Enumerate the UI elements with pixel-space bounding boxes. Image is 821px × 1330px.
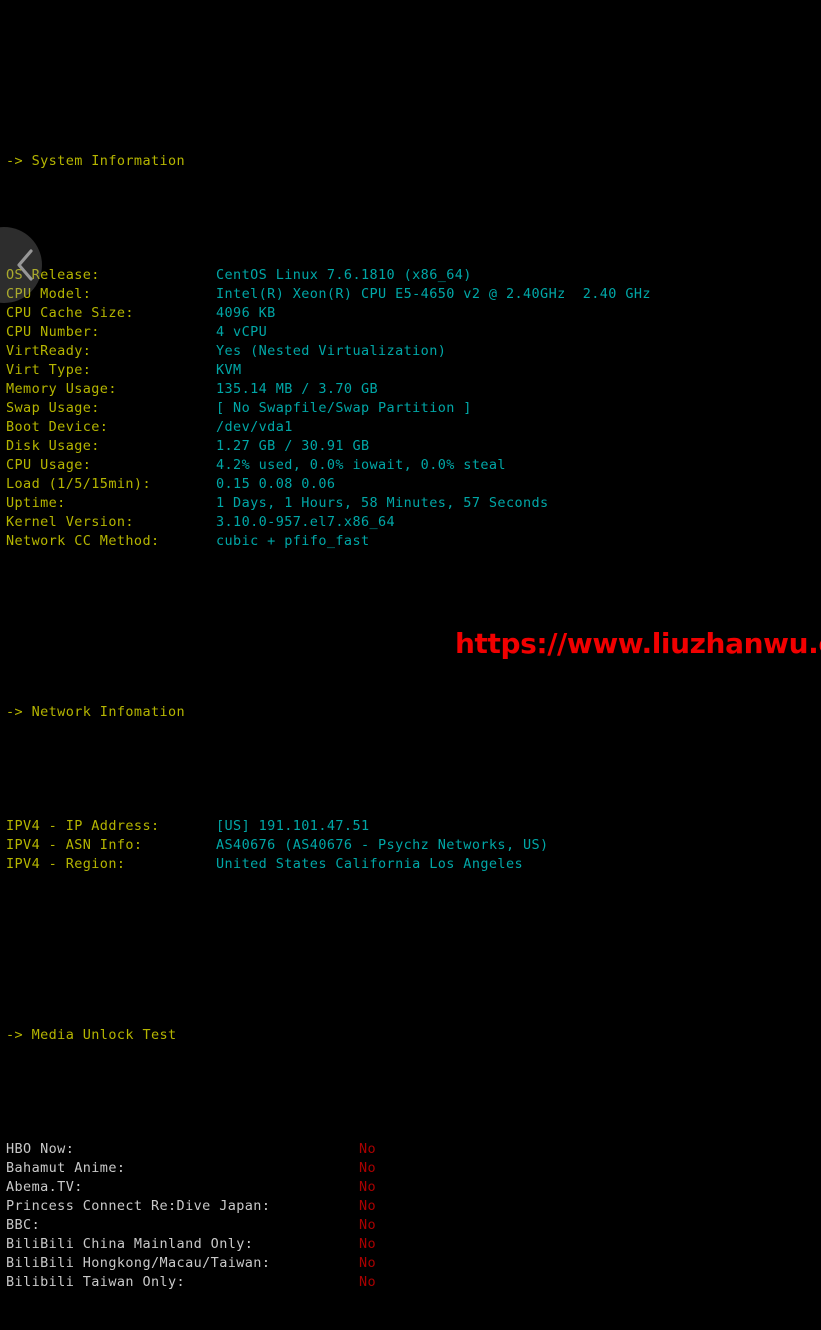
media-unlock-value: No <box>359 1141 377 1157</box>
system-info-row: CPU Number: 4 vCPU <box>0 323 821 342</box>
media-unlock-row: Bilibili Taiwan Only: No <box>0 1273 821 1292</box>
media-unlock-label: BiliBili Hongkong/Macau/Taiwan: <box>6 1255 271 1271</box>
media-unlock-label: BBC: <box>6 1217 41 1233</box>
system-info-value: /dev/vda1 <box>216 419 293 435</box>
system-info-label: VirtReady: <box>6 343 92 359</box>
media-unlock-label: Bahamut Anime: <box>6 1160 126 1176</box>
system-info-label: Swap Usage: <box>6 400 100 416</box>
site-watermark: https://www.liuzhanwu.cn <box>455 627 821 660</box>
media-unlock-label: Abema.TV: <box>6 1179 83 1195</box>
system-info-row: Network CC Method: cubic + pfifo_fast <box>0 532 821 551</box>
network-info-label: IPV4 - Region: <box>6 856 126 872</box>
system-info-value: KVM <box>216 362 242 378</box>
network-info-value: United States California Los Angeles <box>216 856 523 872</box>
terminal-output: -> System Information OS Release: CentOS … <box>0 0 821 1290</box>
media-unlock-row: HBO Now: No <box>0 1140 821 1159</box>
system-info-value: 0.15 0.08 0.06 <box>216 476 336 492</box>
section-header-network-text: -> Network Infomation <box>6 704 186 720</box>
system-info-label: Kernel Version: <box>6 514 134 530</box>
system-info-value: Yes (Nested Virtualization) <box>216 343 447 359</box>
spacer-line <box>0 209 821 228</box>
system-info-row: Virt Type: KVM <box>0 361 821 380</box>
system-info-row: Boot Device: /dev/vda1 <box>0 418 821 437</box>
media-unlock-row: Princess Connect Re:Dive Japan: No <box>0 1197 821 1216</box>
media-unlock-label: Bilibili Taiwan Only: <box>6 1274 186 1290</box>
system-info-label: CPU Cache Size: <box>6 305 134 321</box>
system-info-value: 4 vCPU <box>216 324 268 340</box>
system-info-value: CentOS Linux 7.6.1810 (x86_64) <box>216 267 472 283</box>
media-unlock-value: No <box>359 1274 377 1290</box>
system-info-row: OS Release: CentOS Linux 7.6.1810 (x86_64… <box>0 266 821 285</box>
system-info-row: Kernel Version: 3.10.0-957.el7.x86_64 <box>0 513 821 532</box>
system-info-value: [ No Swapfile/Swap Partition ] <box>216 400 472 416</box>
system-info-label: Memory Usage: <box>6 381 117 397</box>
system-info-label: Load (1/5/15min): <box>6 476 151 492</box>
media-unlock-value: No <box>359 1236 377 1252</box>
section-header-media: -> Media Unlock Test <box>0 1026 821 1045</box>
media-unlock-value: No <box>359 1217 377 1233</box>
media-unlock-row: BiliBili Hongkong/Macau/Taiwan: No <box>0 1254 821 1273</box>
spacer-line <box>0 760 821 779</box>
system-info-value: 1 Days, 1 Hours, 58 Minutes, 57 Seconds <box>216 495 549 511</box>
system-info-row: CPU Usage: 4.2% used, 0.0% iowait, 0.0% s… <box>0 456 821 475</box>
system-info-row: Load (1/5/15min): 0.15 0.08 0.06 <box>0 475 821 494</box>
system-info-rows: OS Release: CentOS Linux 7.6.1810 (x86_64… <box>0 266 821 551</box>
system-info-value: 4.2% used, 0.0% iowait, 0.0% steal <box>216 457 506 473</box>
section-header-system: -> System Information <box>0 152 821 171</box>
network-info-value: AS40676 (AS40676 - Psychz Networks, US) <box>216 837 549 853</box>
system-info-row: Uptime: 1 Days, 1 Hours, 58 Minutes, 57 S… <box>0 494 821 513</box>
system-info-label: CPU Usage: <box>6 457 92 473</box>
media-unlock-row: Bahamut Anime: No <box>0 1159 821 1178</box>
system-info-label: Uptime: <box>6 495 66 511</box>
system-info-value: cubic + pfifo_fast <box>216 533 370 549</box>
system-info-row: Disk Usage: 1.27 GB / 30.91 GB <box>0 437 821 456</box>
system-info-row: Swap Usage: [ No Swapfile/Swap Partition … <box>0 399 821 418</box>
network-info-row: IPV4 - ASN Info: AS40676 (AS40676 - Psych… <box>0 836 821 855</box>
system-info-label: Network CC Method: <box>6 533 160 549</box>
system-info-label: CPU Number: <box>6 324 100 340</box>
system-info-label: Disk Usage: <box>6 438 100 454</box>
media-unlock-value: No <box>359 1160 377 1176</box>
media-unlock-value: No <box>359 1198 377 1214</box>
media-unlock-rows: HBO Now: No Bahamut Anime: No Abema.TV: No Pri… <box>0 1140 821 1292</box>
media-unlock-label: HBO Now: <box>6 1141 75 1157</box>
network-info-rows: IPV4 - IP Address: [US] 191.101.47.51 IPV4… <box>0 817 821 874</box>
media-unlock-row: BBC: No <box>0 1216 821 1235</box>
media-unlock-label: BiliBili China Mainland Only: <box>6 1236 254 1252</box>
section-header-media-text: -> Media Unlock Test <box>6 1027 177 1043</box>
media-unlock-value: No <box>359 1255 377 1271</box>
system-info-value: 1.27 GB / 30.91 GB <box>216 438 370 454</box>
system-info-label: CPU Model: <box>6 286 92 302</box>
network-info-row: IPV4 - Region: United States California L… <box>0 855 821 874</box>
media-unlock-row: Abema.TV: No <box>0 1178 821 1197</box>
network-info-row: IPV4 - IP Address: [US] 191.101.47.51 <box>0 817 821 836</box>
system-info-value: 135.14 MB / 3.70 GB <box>216 381 379 397</box>
network-info-label: IPV4 - IP Address: <box>6 818 160 834</box>
spacer-line <box>0 1083 821 1102</box>
chevron-left-icon <box>15 248 35 282</box>
system-info-row: CPU Model: Intel(R) Xeon(R) CPU E5-4650 v… <box>0 285 821 304</box>
system-info-value: Intel(R) Xeon(R) CPU E5-4650 v2 @ 2.40GH… <box>216 286 651 302</box>
spacer-line <box>0 57 821 76</box>
system-info-value: 3.10.0-957.el7.x86_64 <box>216 514 396 530</box>
system-info-label: Boot Device: <box>6 419 109 435</box>
system-info-row: CPU Cache Size: 4096 KB <box>0 304 821 323</box>
media-unlock-label: Princess Connect Re:Dive Japan: <box>6 1198 271 1214</box>
system-info-label: Virt Type: <box>6 362 92 378</box>
media-unlock-row: BiliBili China Mainland Only: No <box>0 1235 821 1254</box>
spacer-line <box>0 931 821 950</box>
section-header-network: -> Network Infomation <box>0 703 821 722</box>
media-unlock-value: No <box>359 1179 377 1195</box>
system-info-row: Memory Usage: 135.14 MB / 3.70 GB <box>0 380 821 399</box>
network-info-label: IPV4 - ASN Info: <box>6 837 143 853</box>
network-info-value: [US] 191.101.47.51 <box>216 818 370 834</box>
system-info-row: VirtReady: Yes (Nested Virtualization) <box>0 342 821 361</box>
system-info-value: 4096 KB <box>216 305 276 321</box>
spacer-line <box>0 608 821 627</box>
section-header-system-text: -> System Information <box>6 153 186 169</box>
